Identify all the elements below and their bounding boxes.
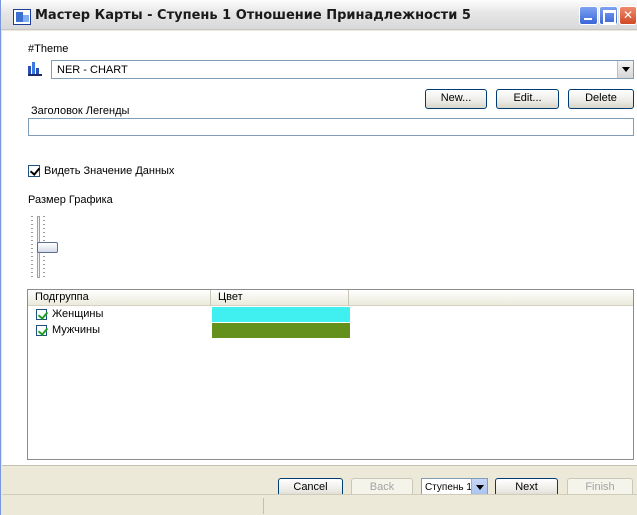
theme-select[interactable]: NER - CHART [51,60,634,79]
row-checkbox[interactable] [36,309,47,320]
chart-size-label: Размер Графика [28,194,113,206]
legend-title-label: Заголовок Легенды [31,105,130,117]
chart-size-slider-thumb[interactable] [37,242,58,253]
bar-chart-icon [28,62,42,76]
step-select-value: Ступень 1 [425,482,472,493]
window-title: Мастер Карты - Ступень 1 Отношение Прина… [35,8,471,23]
column-header-subgroup[interactable]: Подгруппа [28,290,211,306]
subgroup-color-table: Подгруппа Цвет Женщины Мужчины [27,289,634,460]
theme-label: #Theme [28,43,69,55]
row-checkbox[interactable] [36,325,47,336]
slider-ticks [31,216,33,278]
column-header-color[interactable]: Цвет [211,290,349,306]
row-subgroup-name: Мужчины [52,324,101,336]
row-color-swatch[interactable] [212,323,350,338]
status-bar [2,494,637,515]
edit-button[interactable]: Edit... [496,89,559,109]
title-bar[interactable]: Мастер Карты - Ступень 1 Отношение Прина… [1,0,637,30]
close-button[interactable]: ✕ [619,6,637,25]
chevron-down-icon[interactable] [617,61,633,78]
table-row[interactable]: Мужчины [28,323,358,338]
row-color-swatch[interactable] [212,307,350,322]
delete-button[interactable]: Delete [568,89,634,109]
map-wizard-window: Мастер Карты - Ступень 1 Отношение Прина… [0,0,637,515]
show-values-label: Видеть Значение Данных [44,165,175,177]
status-bar-separator [263,498,264,514]
maximize-button[interactable] [599,6,618,25]
minimize-button[interactable] [579,6,598,25]
app-icon [13,9,31,25]
table-row[interactable]: Женщины [28,307,358,322]
show-values-checkbox[interactable] [28,165,40,177]
legend-title-input[interactable] [28,118,634,136]
row-subgroup-name: Женщины [52,308,104,320]
table-header: Подгруппа Цвет [28,290,633,306]
new-button[interactable]: New... [425,89,487,109]
theme-select-value: NER - CHART [57,64,128,76]
